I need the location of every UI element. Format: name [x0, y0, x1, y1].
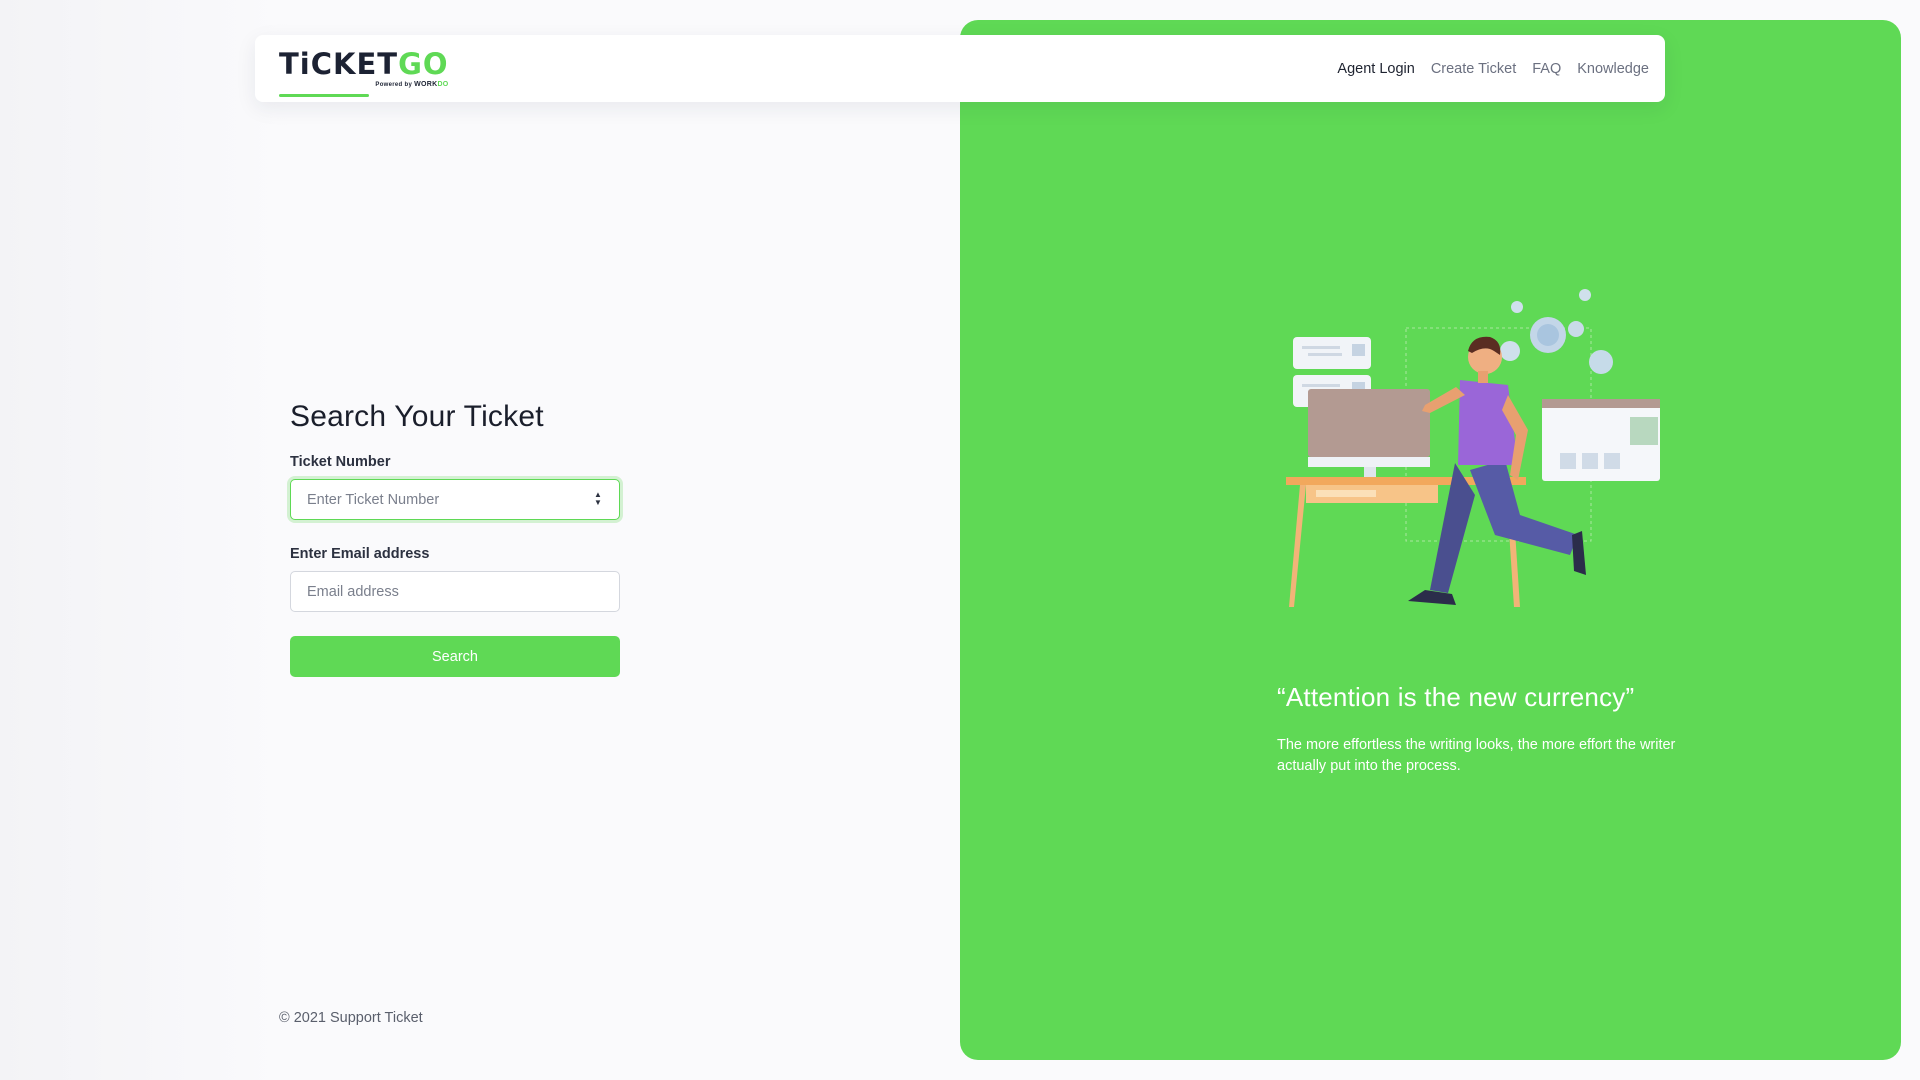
- ticket-number-input[interactable]: [290, 479, 620, 520]
- logo-main-text: TiCKET: [279, 46, 399, 81]
- page: TiCKETGO Powered by WORKDO Agent Login C…: [0, 0, 1920, 1080]
- powered-brand-accent: DO: [437, 80, 449, 88]
- promo-quote-title: “Attention is the new currency”: [1277, 682, 1635, 712]
- search-ticket-form: Search Your Ticket Ticket Number ▲ ▼ Ent…: [290, 400, 620, 677]
- running-man-desk-illustration: [1286, 289, 1660, 607]
- email-input[interactable]: [290, 571, 620, 612]
- logo-underline: [279, 93, 369, 97]
- nav-links: Agent Login Create Ticket FAQ Knowledge: [1337, 61, 1649, 77]
- promo-quote-text: The more effortless the writing looks, t…: [1277, 737, 1676, 774]
- nav-knowledge[interactable]: Knowledge: [1577, 61, 1649, 77]
- ticket-number-label: Ticket Number: [290, 454, 391, 470]
- nav-agent-login[interactable]: Agent Login: [1337, 61, 1414, 77]
- nav-faq[interactable]: FAQ: [1532, 61, 1561, 77]
- logo-wordmark: TiCKETGO: [279, 46, 449, 81]
- email-label: Enter Email address: [290, 546, 430, 562]
- logo-accent-text: GO: [398, 46, 449, 81]
- search-button[interactable]: Search: [290, 636, 620, 677]
- top-navbar: TiCKETGO Powered by WORKDO Agent Login C…: [255, 35, 1665, 102]
- bubble-small: [1568, 321, 1584, 337]
- bubble-right: [1589, 350, 1613, 374]
- monitor-screen: [1308, 389, 1430, 457]
- powered-prefix: Powered by: [375, 81, 413, 88]
- spinner-down-icon[interactable]: ▼: [594, 499, 602, 507]
- copyright-text: © 2021 Support Ticket: [279, 1010, 423, 1026]
- bubble-mid: [1500, 341, 1520, 361]
- form-title: Search Your Ticket: [290, 400, 544, 433]
- brand-logo[interactable]: TiCKETGO Powered by WORKDO: [279, 46, 449, 97]
- nav-create-ticket[interactable]: Create Ticket: [1431, 61, 1516, 77]
- logo-powered-by: Powered by WORKDO: [375, 81, 448, 88]
- person-shoe-front: [1572, 531, 1586, 575]
- person-shoe-back: [1408, 590, 1456, 605]
- person-neck: [1478, 371, 1488, 383]
- bubble-large-inner: [1537, 324, 1559, 346]
- number-spinner-icon[interactable]: ▲ ▼: [593, 490, 603, 508]
- monitor-chin: [1308, 457, 1430, 467]
- email-wrapper: [290, 571, 620, 612]
- desk-leg-left: [1289, 485, 1306, 607]
- bubble-top: [1579, 289, 1591, 301]
- ticket-number-wrapper: ▲ ▼: [290, 479, 620, 520]
- powered-brand: WORK: [414, 80, 438, 88]
- bubble-left: [1511, 301, 1523, 313]
